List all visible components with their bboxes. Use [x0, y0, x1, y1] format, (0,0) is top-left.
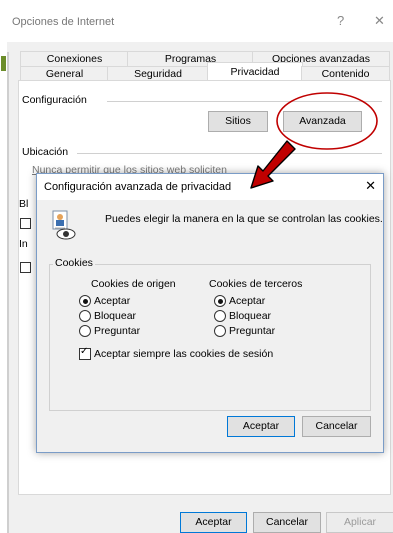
config-label: Configuración	[22, 94, 87, 106]
background-accent	[1, 56, 6, 71]
window-left-edge	[7, 52, 9, 533]
radio-label: Bloquear	[229, 310, 272, 322]
side-letter-in: In	[19, 238, 28, 250]
tab-privacidad[interactable]: Privacidad	[207, 62, 303, 81]
radio-indicator	[79, 325, 91, 337]
footer-cancel-button[interactable]: Cancelar	[253, 512, 321, 533]
cookies-group-label: Cookies	[53, 257, 95, 269]
tab-general[interactable]: General	[20, 66, 109, 81]
advanced-privacy-dialog: Configuración avanzada de privacidad ✕ P…	[36, 173, 384, 453]
checkbox-label: Aceptar siempre las cookies de sesión	[94, 348, 274, 360]
tab-row-bottom: General Seguridad Privacidad Contenido	[20, 62, 390, 81]
help-button[interactable]: ?	[337, 13, 344, 28]
first-party-block-radio[interactable]: Bloquear	[79, 310, 136, 322]
title-bar: Opciones de Internet ? ✕	[7, 0, 393, 42]
third-party-heading: Cookies de terceros	[209, 278, 303, 290]
radio-label: Aceptar	[229, 295, 266, 307]
dialog-title: Configuración avanzada de privacidad	[44, 181, 232, 193]
checkbox-indicator	[79, 346, 91, 360]
first-party-prompt-radio[interactable]: Preguntar	[79, 325, 140, 337]
close-button[interactable]: ✕	[374, 13, 385, 29]
side-checkbox-1[interactable]	[20, 218, 31, 229]
tab-row-top: Conexiones Programas Opciones avanzadas	[20, 51, 390, 66]
dialog-title-bar: Configuración avanzada de privacidad ✕	[37, 174, 383, 200]
tab-conexiones[interactable]: Conexiones	[20, 51, 129, 66]
first-party-heading: Cookies de origen	[91, 278, 176, 290]
third-party-prompt-radio[interactable]: Preguntar	[214, 325, 275, 337]
side-letter-bl: Bl	[19, 198, 29, 210]
radio-indicator	[79, 295, 91, 307]
session-cookies-checkbox[interactable]: Aceptar siempre las cookies de sesión	[79, 346, 274, 360]
sites-button[interactable]: Sitios	[208, 111, 268, 132]
radio-indicator	[214, 295, 226, 307]
privacy-eye-icon	[52, 210, 76, 240]
radio-indicator	[79, 310, 91, 322]
location-label: Ubicación	[22, 146, 69, 158]
dialog-intro-text: Puedes elegir la manera en la que se con…	[105, 213, 383, 225]
third-party-block-radio[interactable]: Bloquear	[214, 310, 271, 322]
third-party-accept-radio[interactable]: Aceptar	[214, 295, 265, 307]
radio-indicator	[214, 325, 226, 337]
config-divider	[107, 101, 382, 102]
first-party-accept-radio[interactable]: Aceptar	[79, 295, 130, 307]
radio-label: Bloquear	[94, 310, 137, 322]
dialog-ok-button[interactable]: Aceptar	[227, 416, 295, 437]
dialog-close-icon[interactable]: ✕	[365, 178, 376, 194]
radio-label: Preguntar	[229, 325, 276, 337]
side-checkbox-2[interactable]	[20, 262, 31, 273]
radio-indicator	[214, 310, 226, 322]
window-title: Opciones de Internet	[12, 16, 115, 28]
location-divider	[77, 153, 382, 154]
radio-label: Aceptar	[94, 295, 131, 307]
dialog-cancel-button[interactable]: Cancelar	[302, 416, 371, 437]
advanced-button[interactable]: Avanzada	[283, 111, 362, 132]
footer-ok-button[interactable]: Aceptar	[180, 512, 247, 533]
tab-seguridad[interactable]: Seguridad	[107, 66, 209, 81]
tab-contenido[interactable]: Contenido	[301, 66, 390, 81]
radio-label: Preguntar	[94, 325, 141, 337]
footer-apply-button[interactable]: Aplicar	[326, 512, 393, 533]
